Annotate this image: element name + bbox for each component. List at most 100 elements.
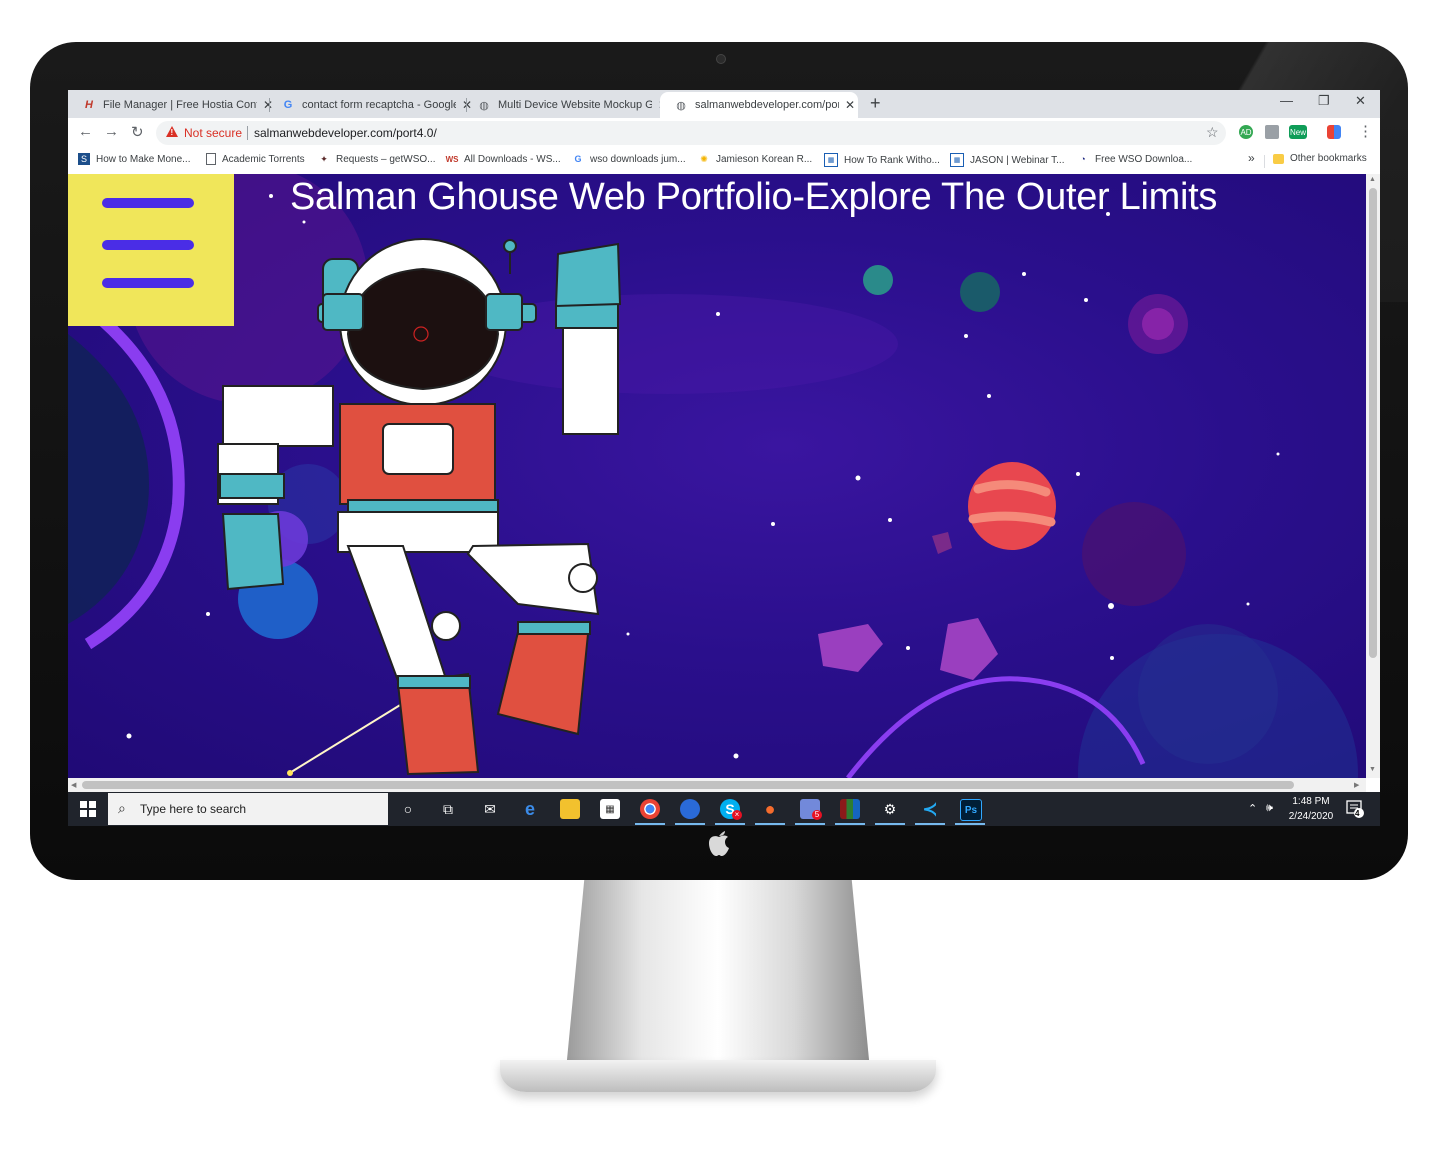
scroll-up-icon[interactable]: ▲ xyxy=(1369,176,1376,183)
globe-icon: ◍ xyxy=(676,99,686,112)
hostia-icon: H xyxy=(85,99,93,111)
scrollbar-thumb[interactable] xyxy=(1369,188,1377,658)
close-window-button[interactable]: ✕ xyxy=(1355,93,1366,109)
bookmark-item[interactable]: WS All Downloads - WS... xyxy=(446,153,561,165)
bookmark-label: Academic Torrents xyxy=(222,153,305,165)
photoshop-label: Ps xyxy=(964,804,978,816)
tray-chevron-icon[interactable]: ⌃ xyxy=(1248,802,1257,815)
file-explorer-icon[interactable] xyxy=(560,799,580,819)
bookmark-item[interactable]: S How to Make Mone... xyxy=(78,153,190,165)
bookmark-label: wso downloads jum... xyxy=(590,153,686,165)
globe-icon: ◍ xyxy=(479,99,489,112)
app-blue-icon[interactable] xyxy=(680,799,700,819)
comet-head xyxy=(287,770,293,776)
taskbar-search-box[interactable]: ⌕ Type here to search xyxy=(108,793,388,825)
bookmark-star-icon[interactable]: ☆ xyxy=(1206,124,1219,141)
bookmarks-overflow-button[interactable]: » xyxy=(1248,151,1255,165)
other-bookmarks[interactable]: Other bookmarks xyxy=(1273,153,1367,164)
sun-icon: ✺ xyxy=(700,153,708,164)
left-planet xyxy=(68,334,149,624)
page-icon xyxy=(206,153,216,165)
grid-icon: ▦ xyxy=(824,153,838,167)
security-indicator[interactable]: Not secure xyxy=(184,126,242,140)
scroll-down-icon[interactable]: ▼ xyxy=(1369,766,1376,773)
discord-badge: 5 xyxy=(812,810,822,820)
scroll-right-icon[interactable]: ▶ xyxy=(1354,781,1359,789)
steam-icon[interactable]: ⚙ xyxy=(880,799,900,819)
browser-menu-button[interactable]: ⋮ xyxy=(1358,122,1373,140)
reload-button[interactable]: ↻ xyxy=(131,123,144,141)
bookmark-label: JASON | Webinar T... xyxy=(970,154,1065,166)
bookmark-item[interactable]: ▦ JASON | Webinar T... xyxy=(950,153,1064,167)
comet-tail xyxy=(287,693,419,775)
tab-file-manager[interactable]: H File Manager | Free Hostia Contro ✕ xyxy=(68,92,273,118)
task-view-icon[interactable]: ⧉ xyxy=(438,799,458,819)
hamburger-menu-button[interactable] xyxy=(68,174,234,326)
extension-ad-icon[interactable]: AD xyxy=(1239,125,1253,139)
tab-mockup[interactable]: ◍ Multi Device Website Mockup Ge ✕ xyxy=(463,92,668,118)
bookmark-item[interactable]: G wso downloads jum... xyxy=(572,153,686,165)
bookmark-item[interactable]: ✺ Jamieson Korean R... xyxy=(698,153,812,165)
edge-icon[interactable]: e xyxy=(520,799,540,819)
minimize-button[interactable]: — xyxy=(1280,93,1293,108)
monitor-stand-base xyxy=(500,1060,936,1092)
folder-icon xyxy=(1273,153,1284,164)
browser-toolbar: ← → ↻ ! Not secure salmanwebdeveloper.co… xyxy=(68,118,1380,148)
bookmark-item[interactable]: ✦ Requests – getWSO... xyxy=(318,153,436,165)
photoshop-icon[interactable]: Ps xyxy=(960,799,982,821)
winrar-icon[interactable] xyxy=(840,799,860,819)
mail-icon[interactable]: ✉ xyxy=(480,799,500,819)
getwso-icon: ✦ xyxy=(320,153,328,164)
hero-title: Salman Ghouse Web Portfolio-Explore The … xyxy=(290,176,1218,218)
bookmark-label: How To Rank Witho... xyxy=(844,154,940,166)
tab-close-icon[interactable]: ✕ xyxy=(845,98,855,112)
search-icon: ⌕ xyxy=(118,800,126,816)
vertical-scrollbar[interactable]: ▲ ▼ xyxy=(1366,174,1380,778)
tab-title: salmanwebdeveloper.com/port4 xyxy=(695,99,839,111)
tab-contact-form[interactable]: G contact form recaptcha - Google ✕ xyxy=(267,92,472,118)
grid-icon: ▦ xyxy=(950,153,964,167)
origin-icon[interactable]: ● xyxy=(760,799,780,819)
new-tab-button[interactable]: + xyxy=(870,93,881,114)
google-icon: G xyxy=(574,154,582,164)
volume-icon[interactable]: 🕪 xyxy=(1266,802,1273,815)
bookmarks-bar: S How to Make Mone... Academic Torrents … xyxy=(68,148,1380,175)
back-button[interactable]: ← xyxy=(78,123,93,140)
tab-title: Multi Device Website Mockup Ge xyxy=(498,99,652,111)
store-icon[interactable]: ▦ xyxy=(600,799,620,819)
notification-count: 4 xyxy=(1355,809,1360,818)
rock xyxy=(932,532,952,554)
extension-new-icon[interactable]: New xyxy=(1289,125,1307,139)
search-placeholder: Type here to search xyxy=(140,802,247,816)
webcam xyxy=(716,54,726,64)
windows-start-icon[interactable] xyxy=(80,801,96,817)
monitor-stand xyxy=(566,880,870,1070)
scroll-left-icon[interactable]: ◀ xyxy=(71,781,76,789)
bookmark-label: Requests – getWSO... xyxy=(336,153,436,165)
bookmark-item[interactable]: ▦ How To Rank Witho... xyxy=(824,153,940,167)
bookmark-label: Jamieson Korean R... xyxy=(716,153,813,165)
restore-button[interactable]: ❐ xyxy=(1318,93,1330,109)
extension-camera-icon[interactable] xyxy=(1265,125,1279,139)
tab-title: File Manager | Free Hostia Contro xyxy=(103,99,257,111)
horizontal-scrollbar[interactable]: ◀ ▶ xyxy=(68,778,1366,792)
address-bar[interactable]: ! Not secure salmanwebdeveloper.com/port… xyxy=(156,121,1226,145)
chrome-icon[interactable] xyxy=(640,799,660,819)
bookmark-item[interactable]: ◔ Free WSO Downloa... xyxy=(1077,153,1192,165)
bookmark-item[interactable]: Academic Torrents xyxy=(206,153,305,165)
nebula-glow xyxy=(1138,624,1278,764)
red-planet xyxy=(968,462,1056,550)
forward-button[interactable]: → xyxy=(104,123,119,140)
space-illustration xyxy=(68,174,1358,778)
bookmark-label: All Downloads - WS... xyxy=(464,153,561,165)
taskbar-clock[interactable]: 1:48 PM 2/24/2020 xyxy=(1282,794,1340,824)
vscode-icon[interactable]: ≺ xyxy=(920,799,940,819)
bookmark-label: Free WSO Downloa... xyxy=(1095,153,1193,165)
url-text[interactable]: salmanwebdeveloper.com/port4.0/ xyxy=(254,126,437,140)
clock-time: 1:48 PM xyxy=(1292,796,1330,807)
tab-salmanwebdeveloper[interactable]: ◍ salmanwebdeveloper.com/port4 ✕ xyxy=(660,92,858,118)
extension-office-icon[interactable] xyxy=(1327,125,1341,139)
cortana-icon[interactable]: ○ xyxy=(398,799,418,819)
scrollbar-thumb[interactable] xyxy=(82,781,1294,789)
teal-planet xyxy=(960,272,1000,312)
